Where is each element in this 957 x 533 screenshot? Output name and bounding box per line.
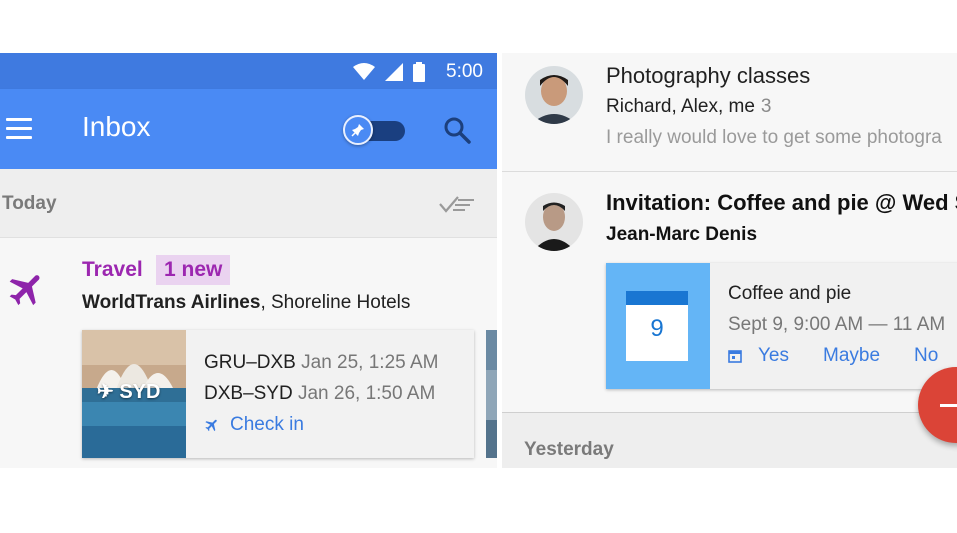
avatar bbox=[525, 66, 583, 124]
menu-icon[interactable] bbox=[6, 118, 32, 140]
event-title: Coffee and pie bbox=[728, 283, 852, 304]
pin-toggle[interactable] bbox=[343, 115, 407, 145]
search-icon bbox=[444, 117, 471, 144]
calendar-small-icon bbox=[728, 350, 742, 363]
email-thread[interactable]: Invitation: Coffee and pie @ Wed S Jean-… bbox=[502, 172, 957, 413]
status-bar: 5:00 bbox=[0, 53, 497, 89]
calendar-thumb: 9 bbox=[606, 263, 710, 389]
travel-bundle[interactable]: Travel 1 new WorldTrans Airlines, Shorel… bbox=[0, 238, 497, 468]
search-button[interactable] bbox=[442, 115, 472, 145]
destination-label: ✈ SYD bbox=[97, 381, 161, 403]
section-label: Today bbox=[2, 193, 57, 214]
sender-secondary: , Shoreline Hotels bbox=[260, 292, 411, 313]
rsvp-maybe-button[interactable]: Maybe bbox=[823, 345, 880, 367]
left-phone-screen: 5:00 Inbox Today Travel 1 new WorldTrans… bbox=[0, 53, 497, 468]
rsvp-yes-button[interactable]: Yes bbox=[758, 345, 789, 367]
rsvp-row: Yes Maybe No bbox=[728, 345, 957, 367]
status-time: 5:00 bbox=[446, 61, 483, 82]
page-title: Inbox bbox=[82, 111, 151, 142]
message-count: 3 bbox=[760, 96, 772, 117]
calendar-event-card[interactable]: 9 Coffee and pie Sept 9, 9:00 AM — 11 AM… bbox=[606, 263, 957, 389]
flight-row: GRU–DXB Jan 25, 1:25 AM bbox=[204, 352, 438, 374]
plus-icon bbox=[940, 404, 957, 407]
sender-primary: WorldTrans Airlines bbox=[82, 292, 261, 313]
battery-icon bbox=[413, 62, 425, 82]
wifi-icon bbox=[353, 63, 375, 80]
email-thread[interactable]: Photography classes Richard, Alex, me 3 I… bbox=[502, 53, 957, 172]
bundle-title: Travel bbox=[82, 258, 143, 281]
flight-row: DXB–SYD Jan 26, 1:50 AM bbox=[204, 383, 435, 405]
thread-snippet: I really would love to get some photogra bbox=[606, 127, 942, 148]
app-bar: Inbox bbox=[0, 89, 497, 169]
flight-route: DXB–SYD bbox=[204, 383, 293, 404]
next-trip-card-peek[interactable] bbox=[486, 330, 497, 458]
cell-signal-icon bbox=[385, 63, 403, 81]
right-phone-screen: Photography classes Richard, Alex, me 3 I… bbox=[502, 53, 957, 468]
section-header-yesterday: Yesterday bbox=[502, 413, 957, 468]
check-in-label: Check in bbox=[230, 414, 304, 435]
flight-datetime: Jan 26, 1:50 AM bbox=[297, 383, 436, 404]
destination-image: ✈ SYD bbox=[82, 330, 186, 458]
pin-icon bbox=[343, 115, 373, 145]
trip-card[interactable]: ✈ SYD GRU–DXB Jan 25, 1:25 AM DXB–SYD Ja… bbox=[82, 330, 474, 458]
thread-sender: Jean-Marc Denis bbox=[606, 224, 758, 245]
section-label: Yesterday bbox=[524, 439, 614, 460]
flight-datetime: Jan 25, 1:25 AM bbox=[301, 352, 439, 373]
airplane-icon bbox=[9, 275, 40, 306]
rsvp-no-button[interactable]: No bbox=[914, 345, 938, 367]
section-header-today: Today bbox=[0, 169, 497, 238]
flight-route: GRU–DXB bbox=[204, 352, 296, 373]
new-count-badge: 1 new bbox=[156, 255, 231, 285]
calendar-day: 9 bbox=[650, 315, 664, 342]
check-in-button[interactable]: Check in bbox=[204, 414, 304, 436]
bundle-senders: WorldTrans Airlines, Shoreline Hotels bbox=[82, 292, 410, 314]
thread-subject: Photography classes bbox=[606, 63, 811, 88]
thread-participants: Richard, Alex, me 3 bbox=[606, 96, 772, 117]
airplane-icon bbox=[205, 419, 217, 432]
sweep-done-icon[interactable] bbox=[438, 194, 476, 214]
status-icons bbox=[353, 62, 425, 82]
thread-subject: Invitation: Coffee and pie @ Wed S bbox=[606, 190, 957, 215]
event-time: Sept 9, 9:00 AM — 11 AM bbox=[728, 314, 946, 335]
avatar bbox=[525, 193, 583, 251]
